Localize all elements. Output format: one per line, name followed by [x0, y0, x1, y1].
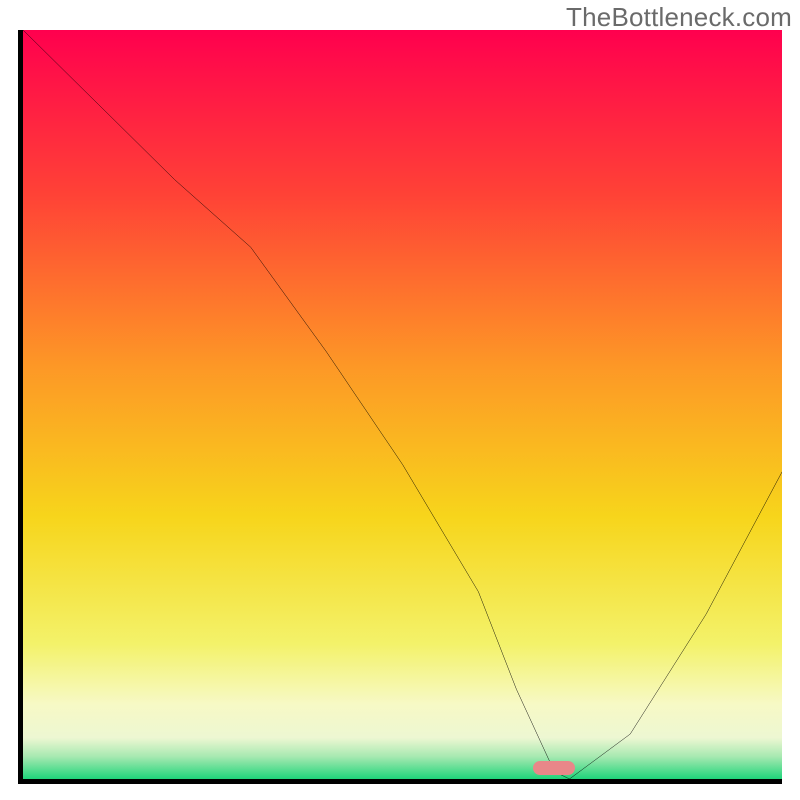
- optimum-marker: [533, 761, 575, 775]
- watermark-text: TheBottleneck.com: [566, 2, 792, 33]
- plot-area: [23, 30, 782, 779]
- bottleneck-curve: [23, 30, 782, 779]
- bottleneck-chart: TheBottleneck.com: [0, 0, 800, 800]
